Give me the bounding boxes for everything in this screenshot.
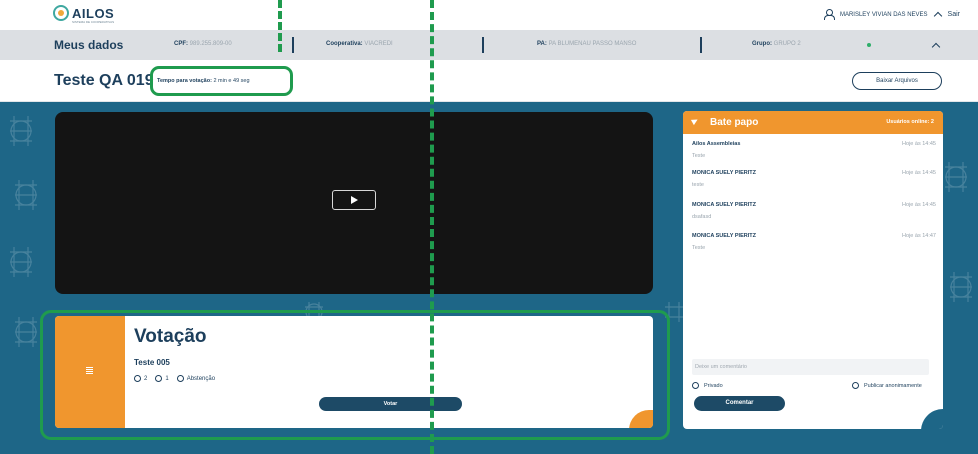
pa-value: PA BLUMENAU PASSO MANSO (548, 41, 637, 47)
message-text: dsafasd (692, 214, 712, 220)
ailos-logo-icon (53, 5, 69, 21)
group-info: Grupo: GRUPO 2 (752, 41, 801, 47)
annotation-guide-line (278, 0, 282, 52)
group-label: Grupo: (752, 41, 772, 47)
cpf-value: 989.255.809-00 (189, 41, 232, 47)
chat-panel: Bate papo Usuários online: 2 Ailos Assem… (683, 111, 943, 429)
message-time: Hoje às 14:45 (902, 170, 936, 176)
user-icon (823, 9, 835, 20)
voting-highlight-box (40, 310, 670, 440)
pa-info: PA: PA BLUMENAU PASSO MANSO (537, 41, 636, 47)
cpf-label: CPF: (174, 41, 188, 47)
user-name[interactable]: MARISLEY VIVIAN DAS NEVES (840, 12, 928, 18)
pa-label: PA: (537, 41, 547, 47)
chevron-up-icon[interactable] (933, 11, 942, 21)
divider (292, 37, 294, 53)
chevron-up-icon[interactable] (931, 42, 941, 52)
play-button[interactable] (332, 190, 376, 210)
private-label: Privado (704, 382, 723, 389)
ailos-logo[interactable]: AILOS SISTEMA DE COOPERATIVAS (53, 5, 115, 24)
anonymous-toggle[interactable]: Publicar anonimamente (852, 382, 922, 389)
divider (700, 37, 702, 53)
cooperative-info: Cooperativa: VIACREDI (326, 41, 393, 47)
group-value: GRUPO 2 (773, 41, 801, 47)
comment-input[interactable]: Deixe um comentário (692, 359, 929, 375)
chat-corner-decoration (921, 409, 943, 429)
logout-link[interactable]: Sair (948, 11, 960, 18)
comment-button[interactable]: Comentar (694, 396, 785, 411)
chat-message: MONICA SUELY PIERITZ Hoje às 14:45 dsafa… (692, 202, 936, 220)
session-title: Teste QA 019 (54, 72, 154, 89)
cooperative-label: Cooperativa: (326, 41, 363, 47)
private-toggle[interactable]: Privado (692, 382, 723, 389)
session-header: Teste QA 019 Tempo para votação: 2 min e… (0, 60, 978, 102)
send-icon (690, 116, 700, 126)
message-time: Hoje às 14:45 (902, 202, 936, 208)
download-files-button[interactable]: Baixar Arquivos (852, 72, 942, 90)
status-dot (867, 43, 871, 47)
top-bar: AILOS SISTEMA DE COOPERATIVAS MARISLEY V… (0, 0, 978, 30)
chat-message: Ailos Assembleias Hoje às 14:45 Teste (692, 141, 936, 159)
message-author: MONICA SUELY PIERITZ (692, 170, 756, 176)
anonymous-label: Publicar anonimamente (864, 382, 922, 389)
logo-subtitle: SISTEMA DE COOPERATIVAS (72, 20, 115, 24)
chat-message: MONICA SUELY PIERITZ Hoje às 14:47 Teste (692, 233, 936, 251)
message-text: Teste (692, 245, 706, 251)
message-author: Ailos Assembleias (692, 141, 741, 147)
timer-highlight-box (150, 66, 293, 96)
my-data-title: Meus dados (54, 38, 124, 52)
divider (482, 37, 484, 53)
chat-title: Bate papo (710, 117, 759, 128)
message-text: Teste (692, 153, 706, 159)
radio-icon[interactable] (852, 382, 859, 389)
message-time: Hoje às 14:45 (902, 141, 936, 147)
message-author: MONICA SUELY PIERITZ (692, 202, 756, 208)
cpf-info: CPF: 989.255.809-00 (174, 41, 232, 47)
chat-header: Bate papo Usuários online: 2 (683, 111, 943, 134)
message-time: Hoje às 14:47 (902, 233, 936, 239)
chat-message: MONICA SUELY PIERITZ Hoje às 14:45 teste (692, 170, 936, 188)
logo-text: AILOS (72, 5, 115, 21)
message-author: MONICA SUELY PIERITZ (692, 233, 756, 239)
my-data-bar: Meus dados CPF: 989.255.809-00 Cooperati… (0, 30, 978, 60)
annotation-guide-line (430, 0, 434, 454)
cooperative-value: VIACREDI (364, 41, 393, 47)
online-users: Usuários online: 2 (886, 119, 934, 125)
radio-icon[interactable] (692, 382, 699, 389)
message-text: teste (692, 182, 704, 188)
user-area: MARISLEY VIVIAN DAS NEVES Sair (823, 9, 960, 21)
